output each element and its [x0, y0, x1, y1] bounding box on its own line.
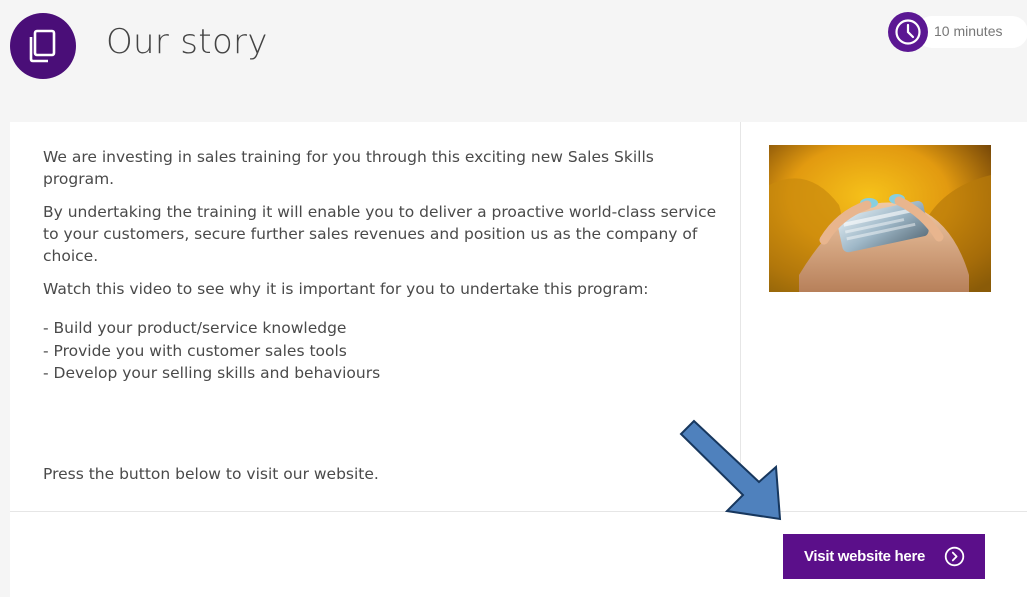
- visit-website-button[interactable]: Visit website here: [783, 534, 985, 579]
- paragraph-benefits: By undertaking the training it will enab…: [43, 203, 717, 265]
- chevron-circle-right-icon: [944, 546, 965, 567]
- duration-badge: 10 minutes: [888, 12, 1027, 52]
- visit-website-label: Visit website here: [804, 548, 926, 565]
- list-item: - Build your product/service knowledge: [43, 319, 347, 337]
- paragraph-video: Watch this video to see why it is import…: [43, 280, 649, 298]
- bullet-list: - Build your product/service knowledge -…: [43, 317, 723, 385]
- page-header: Our story 10 minutes: [0, 0, 1027, 100]
- paragraph-intro: We are investing in sales training for y…: [43, 148, 654, 188]
- clock-icon: [888, 12, 928, 52]
- story-text: We are investing in sales training for y…: [43, 146, 723, 385]
- list-item: - Provide you with customer sales tools: [43, 341, 347, 360]
- footer-divider: [10, 511, 1027, 512]
- pages-icon: [10, 13, 76, 79]
- page-title: Our story: [106, 22, 268, 62]
- list-item: - Develop your selling skills and behavi…: [43, 364, 381, 382]
- image-column: [741, 122, 1027, 511]
- content-card: We are investing in sales training for y…: [10, 122, 1027, 597]
- visit-instruction: Press the button below to visit our webs…: [43, 465, 379, 483]
- smartphone-photo: [769, 145, 991, 292]
- content-column: We are investing in sales training for y…: [10, 122, 741, 511]
- duration-text: 10 minutes: [934, 23, 1003, 39]
